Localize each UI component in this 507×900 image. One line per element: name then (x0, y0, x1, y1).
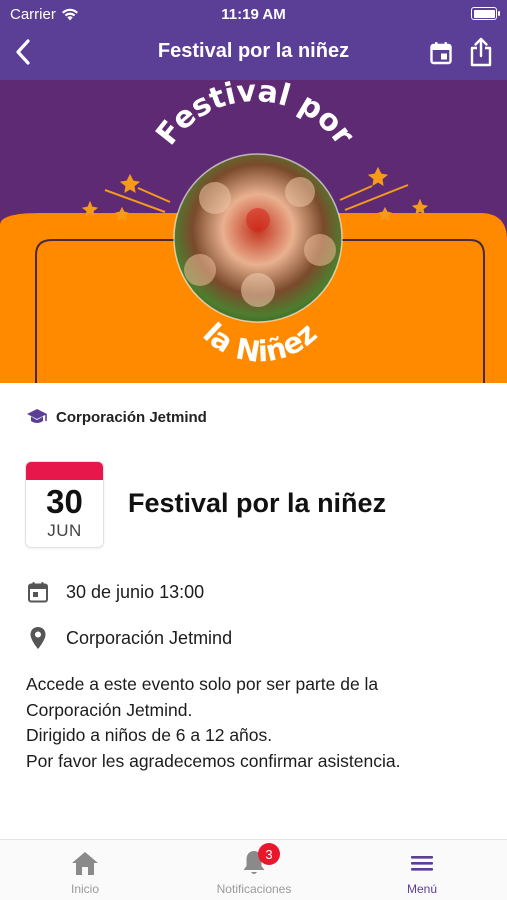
calendar-icon (26, 580, 50, 604)
battery-icon (471, 7, 500, 20)
menu-icon (411, 856, 433, 871)
home-icon (72, 852, 98, 875)
date-badge: 30 JUN (25, 461, 104, 548)
share-icon (470, 37, 492, 67)
add-to-calendar-button[interactable] (425, 37, 457, 69)
chevron-left-icon (16, 39, 30, 65)
description-line: Por favor les agradecemos confirmar asis… (26, 750, 401, 771)
tab-bar: Inicio 3 Notificaciones Menú (0, 839, 507, 900)
status-bar: Carrier 11:19 AM (0, 0, 507, 30)
banner-artwork: Festival por la Niñez (0, 80, 507, 383)
back-button[interactable] (6, 35, 40, 69)
location-pin-icon (26, 626, 50, 650)
date-day: 30 (46, 483, 83, 520)
event-datetime-row: 30 de junio 13:00 (26, 580, 204, 604)
tab-inicio[interactable]: Inicio (45, 840, 125, 900)
tab-label: Notificaciones (216, 882, 292, 896)
description-line: Corporación Jetmind. (26, 699, 193, 720)
organizer-row: Corporación Jetmind (26, 408, 207, 426)
event-banner: Festival por la Niñez (0, 80, 507, 383)
event-description: Accede a este evento solo por ser parte … (26, 672, 486, 774)
graduation-cap-icon (27, 409, 47, 423)
description-line: Dirigido a niños de 6 a 12 años. (26, 725, 273, 745)
page-title: Festival por la niñez (157, 40, 350, 62)
status-time: 11:19 AM (221, 6, 286, 23)
event-title: Festival por la niñez (128, 488, 387, 518)
event-location: Corporación Jetmind (66, 627, 233, 648)
tab-menu[interactable]: Menú (382, 840, 462, 900)
date-badge-header (26, 462, 103, 480)
description-line: Accede a este evento solo por ser parte … (26, 674, 379, 694)
calendar-icon (430, 42, 452, 65)
tab-label: Inicio (70, 882, 99, 896)
notification-badge: 3 (258, 843, 280, 865)
app-header: Carrier 11:19 AM Festival por la niñez (0, 0, 507, 80)
share-button[interactable] (465, 35, 497, 69)
event-datetime: 30 de junio 13:00 (66, 581, 205, 602)
tab-label: Menú (406, 882, 438, 896)
organizer-name: Corporación Jetmind (56, 408, 207, 426)
tab-notificaciones[interactable]: 3 Notificaciones (199, 840, 309, 900)
event-location-row[interactable]: Corporación Jetmind (26, 626, 232, 650)
date-month: JUN (47, 521, 82, 540)
navigation-bar: Festival por la niñez (0, 30, 507, 76)
